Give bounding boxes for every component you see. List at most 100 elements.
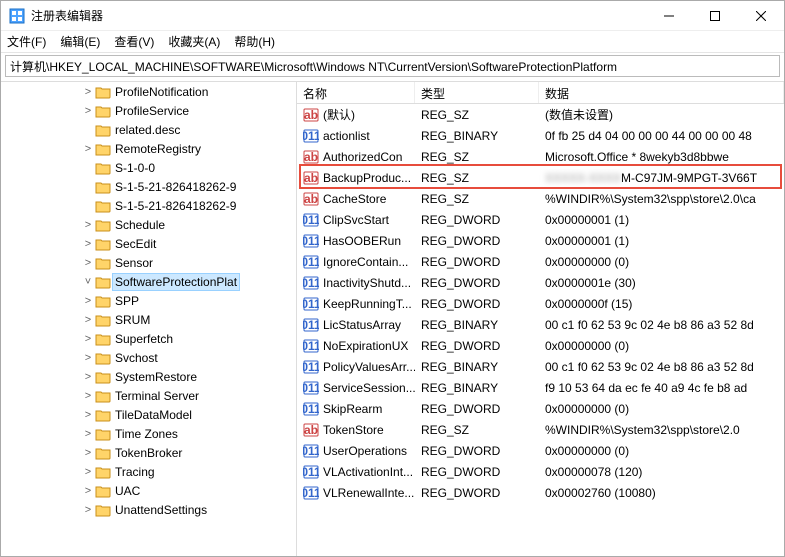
expand-icon[interactable]: > bbox=[81, 390, 95, 402]
col-type[interactable]: 类型 bbox=[415, 82, 539, 103]
tree-item[interactable]: >Svchost bbox=[81, 348, 296, 367]
expand-icon[interactable]: > bbox=[81, 504, 95, 516]
menu-help[interactable]: 帮助(H) bbox=[234, 33, 275, 50]
value-row[interactable]: 011KeepRunningT...REG_DWORD0x0000000f (1… bbox=[297, 293, 784, 314]
tree-item[interactable]: >Schedule bbox=[81, 215, 296, 234]
expand-icon[interactable]: > bbox=[81, 409, 95, 421]
value-data: 0x00000078 (120) bbox=[539, 463, 784, 481]
svg-text:ab: ab bbox=[304, 171, 318, 185]
folder-icon bbox=[95, 484, 111, 498]
menu-view[interactable]: 查看(V) bbox=[114, 33, 154, 50]
expand-icon[interactable]: > bbox=[81, 105, 95, 117]
value-row[interactable]: 011PolicyValuesArr...REG_BINARY00 c1 f0 … bbox=[297, 356, 784, 377]
expand-icon[interactable]: > bbox=[81, 371, 95, 383]
expand-icon[interactable]: > bbox=[81, 428, 95, 440]
minimize-button[interactable] bbox=[646, 1, 692, 31]
tree-item[interactable]: >TokenBroker bbox=[81, 443, 296, 462]
tree-item[interactable]: >Time Zones bbox=[81, 424, 296, 443]
value-data: 0x00000000 (0) bbox=[539, 442, 784, 460]
tree-item[interactable]: S-1-5-21-826418262-9 bbox=[81, 177, 296, 196]
tree-item[interactable]: >UAC bbox=[81, 481, 296, 500]
tree-item[interactable]: >Superfetch bbox=[81, 329, 296, 348]
value-row[interactable]: 011InactivityShutd...REG_DWORD0x0000001e… bbox=[297, 272, 784, 293]
expand-icon[interactable]: > bbox=[81, 257, 95, 269]
value-row[interactable]: 011HasOOBERunREG_DWORD0x00000001 (1) bbox=[297, 230, 784, 251]
tree-item[interactable]: >TileDataModel bbox=[81, 405, 296, 424]
menu-file[interactable]: 文件(F) bbox=[7, 33, 46, 50]
value-row[interactable]: 011UserOperationsREG_DWORD0x00000000 (0) bbox=[297, 440, 784, 461]
tree-item[interactable]: > ProfileNotification bbox=[81, 82, 296, 101]
string-value-icon: ab bbox=[303, 149, 319, 165]
value-name: VLActivationInt... bbox=[323, 465, 413, 479]
value-data: XXXXX-XXXXM-C97JM-9MPGT-3V66T bbox=[539, 169, 784, 187]
svg-text:ab: ab bbox=[304, 423, 318, 437]
expand-icon[interactable]: > bbox=[81, 333, 95, 345]
binary-value-icon: 011 bbox=[303, 275, 319, 291]
value-name: VLRenewalInte... bbox=[323, 486, 414, 500]
binary-value-icon: 011 bbox=[303, 233, 319, 249]
col-name[interactable]: 名称 bbox=[297, 82, 415, 103]
expand-icon[interactable]: > bbox=[81, 219, 95, 231]
tree-item[interactable]: >ProfileService bbox=[81, 101, 296, 120]
value-name: UserOperations bbox=[323, 444, 407, 458]
tree-item[interactable]: related.desc bbox=[81, 120, 296, 139]
expand-icon[interactable]: > bbox=[81, 295, 95, 307]
value-row[interactable]: 011LicStatusArrayREG_BINARY00 c1 f0 62 5… bbox=[297, 314, 784, 335]
values-list[interactable]: ab(默认)REG_SZ(数值未设置)011actionlistREG_BINA… bbox=[297, 104, 784, 556]
tree-item[interactable]: ˅SoftwareProtectionPlat bbox=[81, 272, 296, 291]
tree-item-label: ProfileNotification bbox=[113, 84, 210, 100]
expand-icon[interactable]: > bbox=[81, 352, 95, 364]
value-row[interactable]: 011actionlistREG_BINARY0f fb 25 d4 04 00… bbox=[297, 125, 784, 146]
menu-edit[interactable]: 编辑(E) bbox=[60, 33, 100, 50]
value-type: REG_DWORD bbox=[415, 463, 539, 481]
address-bar[interactable]: 计算机\HKEY_LOCAL_MACHINE\SOFTWARE\Microsof… bbox=[5, 55, 780, 77]
tree-item[interactable]: >Tracing bbox=[81, 462, 296, 481]
tree-item[interactable]: >RemoteRegistry bbox=[81, 139, 296, 158]
maximize-button[interactable] bbox=[692, 1, 738, 31]
folder-icon bbox=[95, 256, 111, 270]
menu-favorites[interactable]: 收藏夹(A) bbox=[168, 33, 220, 50]
value-row[interactable]: 011ClipSvcStartREG_DWORD0x00000001 (1) bbox=[297, 209, 784, 230]
expand-icon[interactable]: > bbox=[81, 447, 95, 459]
value-row[interactable]: 011VLActivationInt...REG_DWORD0x00000078… bbox=[297, 461, 784, 482]
value-name: NoExpirationUX bbox=[323, 339, 408, 353]
binary-value-icon: 011 bbox=[303, 338, 319, 354]
value-row[interactable]: abBackupProduc...REG_SZXXXXX-XXXXM-C97JM… bbox=[297, 167, 784, 188]
expand-icon[interactable]: > bbox=[81, 314, 95, 326]
tree-item[interactable]: S-1-5-21-826418262-9 bbox=[81, 196, 296, 215]
value-row[interactable]: 011SkipRearmREG_DWORD0x00000000 (0) bbox=[297, 398, 784, 419]
expand-icon[interactable]: > bbox=[81, 86, 95, 98]
tree-item[interactable]: >Sensor bbox=[81, 253, 296, 272]
value-row[interactable]: 011NoExpirationUXREG_DWORD0x00000000 (0) bbox=[297, 335, 784, 356]
value-row[interactable]: abCacheStoreREG_SZ%WINDIR%\System32\spp\… bbox=[297, 188, 784, 209]
value-name: CacheStore bbox=[323, 192, 386, 206]
tree-item[interactable]: >SystemRestore bbox=[81, 367, 296, 386]
menu-bar: 文件(F) 编辑(E) 查看(V) 收藏夹(A) 帮助(H) bbox=[1, 31, 784, 53]
col-data[interactable]: 数据 bbox=[539, 82, 784, 103]
expand-icon[interactable]: > bbox=[81, 238, 95, 250]
tree-item[interactable]: >SecEdit bbox=[81, 234, 296, 253]
expand-icon[interactable]: > bbox=[81, 485, 95, 497]
value-type: REG_DWORD bbox=[415, 337, 539, 355]
binary-value-icon: 011 bbox=[303, 212, 319, 228]
binary-value-icon: 011 bbox=[303, 296, 319, 312]
tree-panel[interactable]: > ProfileNotification>ProfileServicerelat… bbox=[1, 82, 297, 556]
tree-item[interactable]: >SRUM bbox=[81, 310, 296, 329]
value-row[interactable]: 011ServiceSession...REG_BINARYf9 10 53 6… bbox=[297, 377, 784, 398]
value-row[interactable]: ab(默认)REG_SZ(数值未设置) bbox=[297, 104, 784, 125]
collapse-icon[interactable]: ˅ bbox=[81, 276, 95, 288]
value-row[interactable]: abTokenStoreREG_SZ%WINDIR%\System32\spp\… bbox=[297, 419, 784, 440]
expand-icon[interactable]: > bbox=[81, 143, 95, 155]
tree-item[interactable]: S-1-0-0 bbox=[81, 158, 296, 177]
value-row[interactable]: 011IgnoreContain...REG_DWORD0x00000000 (… bbox=[297, 251, 784, 272]
close-button[interactable] bbox=[738, 1, 784, 31]
tree-item[interactable]: >Terminal Server bbox=[81, 386, 296, 405]
tree-item[interactable]: >UnattendSettings bbox=[81, 500, 296, 519]
tree-item[interactable]: >SPP bbox=[81, 291, 296, 310]
value-row[interactable]: abAuthorizedConREG_SZMicrosoft.Office * … bbox=[297, 146, 784, 167]
values-panel: 名称 类型 数据 ab(默认)REG_SZ(数值未设置)011actionlis… bbox=[297, 82, 784, 556]
folder-icon bbox=[95, 370, 111, 384]
expand-icon[interactable]: > bbox=[81, 466, 95, 478]
value-row[interactable]: 011VLRenewalInte...REG_DWORD0x00002760 (… bbox=[297, 482, 784, 503]
folder-icon bbox=[95, 427, 111, 441]
